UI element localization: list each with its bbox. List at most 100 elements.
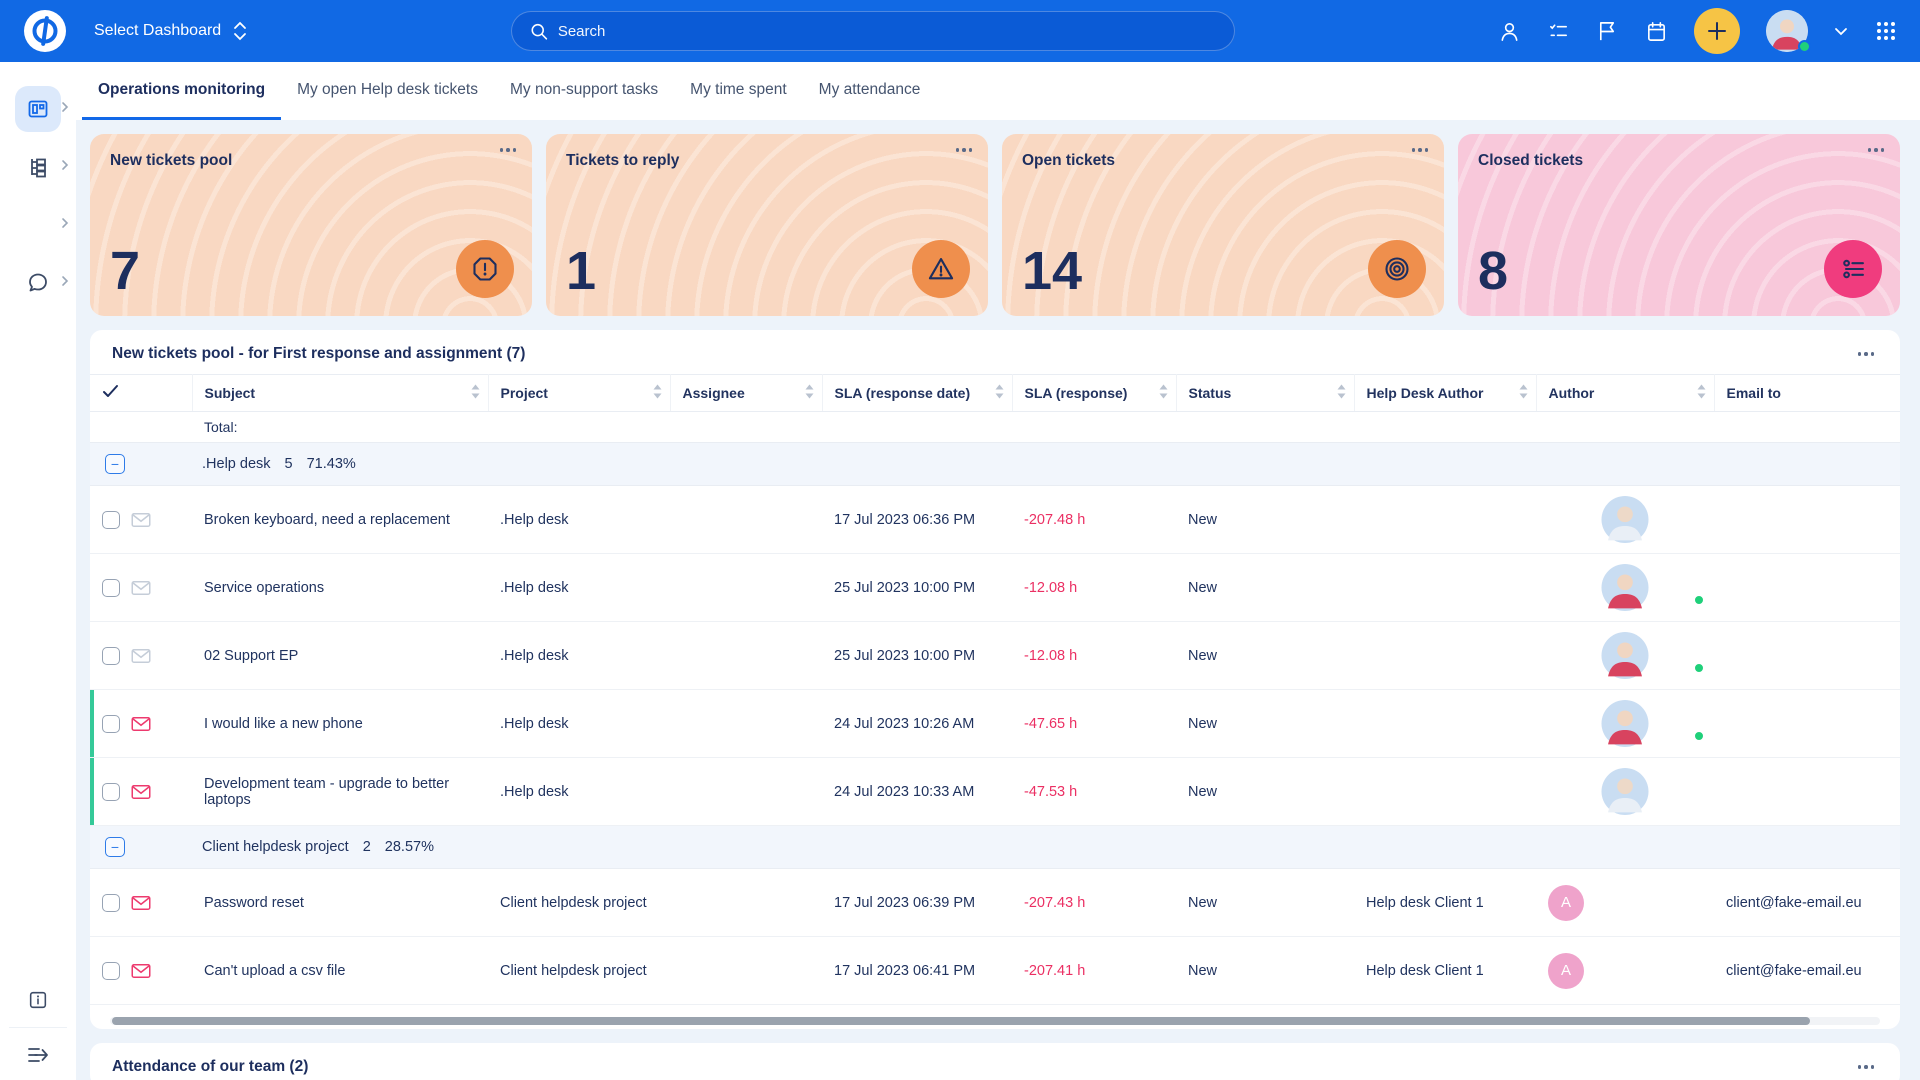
column-header-help-desk-author[interactable]: Help Desk Author [1354, 375, 1536, 412]
more-menu-icon[interactable] [1854, 348, 1879, 360]
row-checkbox[interactable] [102, 579, 120, 597]
row-checkbox[interactable] [102, 715, 120, 733]
calendar-icon[interactable] [1645, 20, 1668, 43]
quick-add-button[interactable] [1694, 8, 1740, 54]
mail-unread-icon[interactable] [131, 963, 151, 979]
column-header-project[interactable]: Project [488, 375, 670, 412]
mail-icon[interactable] [131, 648, 151, 664]
author-avatar[interactable] [1548, 632, 1702, 679]
ticket-status: New [1176, 869, 1354, 937]
tab-my-attendance[interactable]: My attendance [803, 62, 937, 120]
chevron-right-icon [61, 158, 69, 176]
mail-icon[interactable] [131, 512, 151, 528]
group-label: Client helpdesk project [202, 839, 349, 855]
column-header-status[interactable]: Status [1176, 375, 1354, 412]
tasks-checklist-icon[interactable] [1547, 20, 1570, 43]
profile-avatar[interactable] [1766, 10, 1808, 52]
flag-icon[interactable] [1596, 20, 1619, 43]
panel-title: Attendance of our team (2) [112, 1058, 308, 1076]
card-open-tickets[interactable]: Open tickets 14 [1002, 134, 1444, 316]
mail-unread-icon[interactable] [131, 895, 151, 911]
more-menu-icon[interactable] [500, 148, 517, 152]
sidebar-item-messages[interactable] [0, 256, 76, 310]
table-row[interactable]: Broken keyboard, need a replacement .Hel… [90, 486, 1900, 554]
tab-my-non-support-tasks[interactable]: My non-support tasks [494, 62, 674, 120]
help-desk-author: Help desk Client 1 [1354, 937, 1536, 1005]
table-row[interactable]: 02 Support EP .Help desk 25 Jul 2023 10:… [90, 622, 1900, 690]
column-header-sla-response[interactable]: SLA (response) [1012, 375, 1176, 412]
column-header-sla-response-date[interactable]: SLA (response date) [822, 375, 1012, 412]
table-row[interactable]: Password reset Client helpdesk project 1… [90, 869, 1900, 937]
author-avatar[interactable] [1548, 564, 1702, 611]
card-new-tickets-pool[interactable]: New tickets pool 7 [90, 134, 532, 316]
ticket-subject[interactable]: 02 Support EP [192, 622, 488, 690]
column-header-assignee[interactable]: Assignee [670, 375, 822, 412]
sla-response-hours: -12.08 h [1012, 554, 1176, 622]
author-avatar[interactable]: A [1548, 885, 1584, 921]
table-row[interactable]: Development team - upgrade to better lap… [90, 758, 1900, 826]
alert-triangle-icon [912, 240, 970, 298]
dashboard-selector[interactable]: Select Dashboard [94, 21, 247, 41]
email-to: client@fake-email.eu [1714, 869, 1900, 937]
info-icon[interactable] [27, 989, 49, 1011]
author-avatar[interactable]: A [1548, 953, 1584, 989]
app-logo-icon[interactable] [22, 8, 68, 54]
mail-icon[interactable] [131, 580, 151, 596]
tab-operations-monitoring[interactable]: Operations monitoring [82, 62, 281, 120]
tickets-table-panel: New tickets pool - for First response an… [90, 330, 1900, 1029]
table-row[interactable]: I would like a new phone .Help desk 24 J… [90, 690, 1900, 758]
select-all-header[interactable] [90, 375, 192, 412]
author-avatar[interactable] [1548, 700, 1702, 747]
collapse-group-button[interactable]: − [105, 454, 125, 474]
ticket-subject[interactable]: Can't upload a csv file [192, 937, 488, 1005]
ticket-subject[interactable]: Password reset [192, 869, 488, 937]
chevron-down-icon[interactable] [1834, 27, 1848, 36]
user-icon[interactable] [1498, 20, 1521, 43]
sidebar-divider [9, 1027, 67, 1028]
more-menu-icon[interactable] [956, 148, 973, 152]
card-title: Open tickets [1022, 152, 1424, 170]
row-checkbox[interactable] [102, 647, 120, 665]
author-avatar[interactable] [1548, 496, 1702, 543]
ticket-subject[interactable]: Service operations [192, 554, 488, 622]
apps-grid-icon[interactable] [1874, 19, 1898, 43]
scrollbar-thumb[interactable] [112, 1017, 1810, 1025]
ticket-project: .Help desk [488, 690, 670, 758]
sidebar-item-dashboards[interactable] [0, 82, 76, 136]
more-menu-icon[interactable] [1412, 148, 1429, 152]
ticket-status: New [1176, 758, 1354, 826]
mail-unread-icon[interactable] [131, 784, 151, 800]
group-percent: 28.57% [385, 839, 434, 855]
row-checkbox[interactable] [102, 894, 120, 912]
card-tickets-to-reply[interactable]: Tickets to reply 1 [546, 134, 988, 316]
horizontal-scrollbar[interactable] [110, 1017, 1880, 1025]
topbar-actions [1498, 8, 1898, 54]
sort-icon [1337, 385, 1346, 402]
mail-unread-icon[interactable] [131, 716, 151, 732]
card-value: 1 [566, 240, 596, 302]
collapse-group-button[interactable]: − [105, 837, 125, 857]
row-checkbox[interactable] [102, 511, 120, 529]
column-header-email-to[interactable]: Email to [1714, 375, 1900, 412]
tickets-table: Subject Project Assignee SLA (response d… [90, 374, 1900, 1005]
card-closed-tickets[interactable]: Closed tickets 8 [1458, 134, 1900, 316]
row-checkbox[interactable] [102, 962, 120, 980]
row-checkbox[interactable] [102, 783, 120, 801]
ticket-subject[interactable]: I would like a new phone [192, 690, 488, 758]
sidebar-item-more[interactable] [0, 198, 76, 252]
column-header-author[interactable]: Author [1536, 375, 1714, 412]
search-input[interactable] [558, 23, 1216, 40]
tab-my-time-spent[interactable]: My time spent [674, 62, 802, 120]
sidebar-item-projects[interactable] [0, 140, 76, 194]
chevron-right-icon [61, 274, 69, 292]
ticket-subject[interactable]: Broken keyboard, need a replacement [192, 486, 488, 554]
table-row[interactable]: Can't upload a csv file Client helpdesk … [90, 937, 1900, 1005]
more-menu-icon[interactable] [1868, 148, 1885, 152]
ticket-subject[interactable]: Development team - upgrade to better lap… [192, 758, 488, 826]
table-row[interactable]: Service operations .Help desk 25 Jul 202… [90, 554, 1900, 622]
more-menu-icon[interactable] [1854, 1061, 1879, 1073]
expand-menu-icon[interactable] [25, 1044, 51, 1066]
tab-my-open-help-desk-tickets[interactable]: My open Help desk tickets [281, 62, 494, 120]
author-avatar[interactable] [1548, 768, 1702, 815]
column-header-subject[interactable]: Subject [192, 375, 488, 412]
